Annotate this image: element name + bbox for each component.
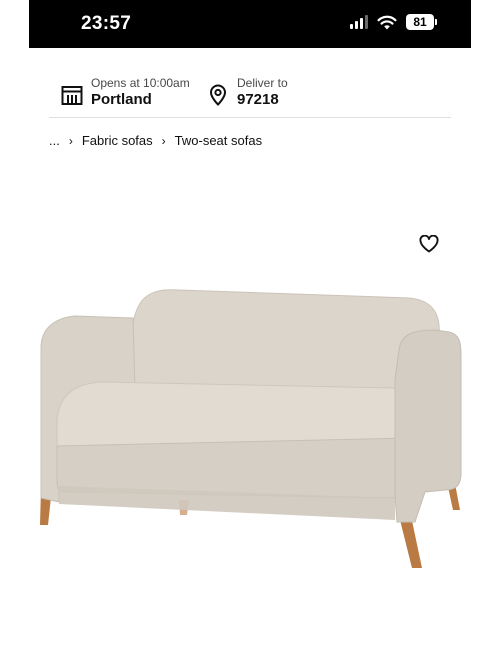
- phone-screen: 23:57 81 Opens at 10:00am Portland Deliv…: [29, 0, 471, 667]
- store-selector[interactable]: Opens at 10:00am Portland: [61, 76, 190, 109]
- store-hours: Opens at 10:00am: [91, 76, 190, 90]
- battery-level: 81: [406, 14, 434, 30]
- deliver-label: Deliver to: [237, 76, 288, 90]
- zip-code: 97218: [237, 91, 279, 108]
- left-margin: [0, 0, 29, 667]
- status-bar: 23:57 81: [29, 0, 471, 48]
- status-icons: 81: [350, 14, 437, 30]
- breadcrumb-item-fabric-sofas[interactable]: Fabric sofas: [82, 133, 153, 148]
- sofa-backrest: [130, 289, 440, 389]
- status-time: 23:57: [81, 13, 132, 34]
- chevron-right-icon: ›: [161, 133, 166, 148]
- breadcrumb-ellipsis[interactable]: ...: [49, 133, 60, 148]
- delivery-text: Deliver to 97218: [237, 76, 288, 109]
- battery-indicator: 81: [406, 14, 437, 30]
- delivery-selector[interactable]: Deliver to 97218: [207, 76, 288, 109]
- right-margin: [471, 0, 500, 667]
- store-text: Opens at 10:00am Portland: [91, 76, 190, 109]
- store-name: Portland: [91, 91, 152, 108]
- breadcrumb-item-two-seat-sofas[interactable]: Two-seat sofas: [175, 133, 262, 148]
- breadcrumb: ... › Fabric sofas › Two-seat sofas: [49, 133, 262, 148]
- chevron-right-icon: ›: [68, 133, 73, 148]
- store-icon: [61, 86, 83, 105]
- divider: [49, 117, 451, 118]
- location-pin-icon: [209, 84, 227, 106]
- sofa-product-image: [40, 289, 462, 568]
- wifi-icon: [377, 15, 397, 29]
- battery-tip: [435, 19, 437, 25]
- store-delivery-bar: Opens at 10:00am Portland Deliver to 972…: [29, 48, 471, 118]
- cellular-signal-icon: [350, 15, 368, 29]
- heart-outline-icon[interactable]: [419, 235, 439, 253]
